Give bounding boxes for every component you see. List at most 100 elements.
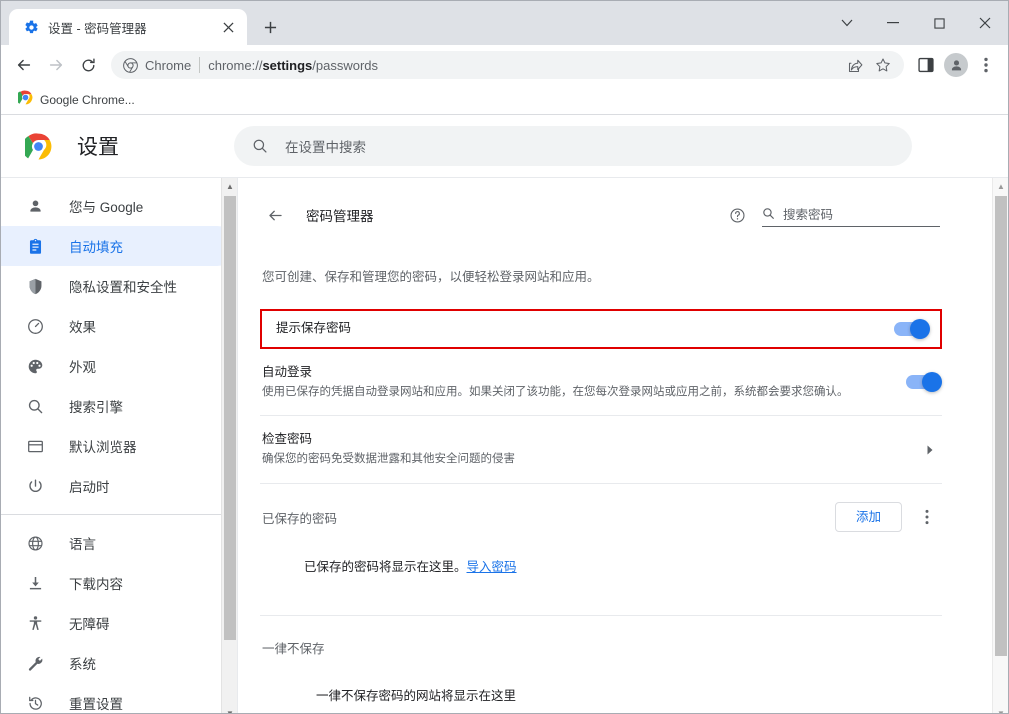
- sidebar-item-label: 您与 Google: [69, 200, 144, 215]
- never-saved-empty-note: 一律不保存密码的网站将显示在这里: [316, 689, 517, 704]
- share-icon[interactable]: [844, 54, 866, 76]
- chrome-chip-label: Chrome: [145, 57, 192, 73]
- new-tab-button[interactable]: [255, 12, 285, 42]
- sidebar-item-on-startup[interactable]: 启动时: [1, 466, 237, 506]
- sidebar-item-label: 无障碍: [69, 617, 110, 632]
- accessibility-icon: [25, 613, 45, 633]
- browser-window-icon: [25, 436, 45, 456]
- back-arrow-icon[interactable]: [262, 202, 288, 228]
- url-suffix: /passwords: [312, 57, 379, 73]
- forward-arrow-icon[interactable]: [41, 50, 71, 80]
- chevron-right-icon[interactable]: [920, 440, 940, 460]
- tab-search-icon[interactable]: [824, 7, 870, 39]
- toggle-knob: [922, 372, 942, 393]
- minimize-button[interactable]: [870, 7, 916, 39]
- import-passwords-link[interactable]: 导入密码: [467, 560, 517, 574]
- sidebar-item-label: 搜索引擎: [69, 400, 123, 415]
- page-title: 设置: [77, 136, 119, 159]
- scroll-down-icon[interactable]: ▼: [993, 705, 1008, 714]
- offer-to-save-passwords-label: 提示保存密码: [276, 321, 352, 336]
- chrome-logo-icon: [21, 129, 55, 163]
- empty-note-text: 已保存的密码将显示在这里。: [304, 560, 467, 575]
- offer-to-save-passwords-toggle[interactable]: [894, 318, 930, 339]
- never-saved-label: 一律不保存: [260, 615, 942, 657]
- sidebar-item-reset-settings[interactable]: 重置设置: [1, 683, 237, 713]
- add-password-button[interactable]: 添加: [834, 501, 902, 533]
- reload-icon[interactable]: [73, 50, 103, 80]
- password-search-input[interactable]: 搜索密码: [762, 204, 940, 227]
- globe-icon: [25, 533, 45, 553]
- close-icon[interactable]: [219, 18, 237, 36]
- sidebar-item-label: 语言: [69, 537, 96, 552]
- sidebar-item-label: 默认浏览器: [69, 440, 137, 455]
- bookmarks-bar: Google Chrome...: [1, 85, 1008, 115]
- shield-icon: [25, 276, 45, 296]
- content-scrollbar[interactable]: ▲ ▼: [992, 178, 1008, 714]
- auto-signin-label: 自动登录: [262, 364, 313, 379]
- sidebar-item-label: 效果: [69, 320, 96, 335]
- sidebar-item-you-and-google[interactable]: 您与 Google: [1, 186, 237, 226]
- saved-passwords-label: 已保存的密码: [262, 511, 338, 526]
- saved-passwords-empty-note: 已保存的密码将显示在这里。导入密码: [260, 546, 942, 575]
- password-manager-title: 密码管理器: [306, 209, 374, 224]
- sidebar-item-default-browser[interactable]: 默认浏览器: [1, 426, 237, 466]
- close-window-button[interactable]: [962, 7, 1008, 39]
- url-prefix: chrome://: [208, 57, 263, 73]
- bookmark-item[interactable]: Google Chrome...: [11, 87, 142, 113]
- password-manager-card: 密码管理器 搜索密码 您可创建、保存和管理您的密码，以便轻松登录网站和应用。 提…: [260, 178, 942, 704]
- row-texts: 自动登录 使用已保存的凭据自动登录网站和应用。如果关闭了该功能，在您每次登录网站…: [262, 363, 906, 402]
- scroll-up-icon[interactable]: ▲: [993, 178, 1008, 194]
- row-texts: 提示保存密码: [276, 319, 894, 338]
- sidebar-item-appearance[interactable]: 外观: [1, 346, 237, 386]
- sidebar-scrollbar[interactable]: ▲ ▼: [221, 178, 237, 714]
- help-circle-icon[interactable]: [726, 204, 748, 226]
- settings-header: 设置 在设置中搜索: [1, 115, 1008, 177]
- sidebar-item-accessibility[interactable]: 无障碍: [1, 603, 237, 643]
- chrome-chip: Chrome: [123, 58, 191, 73]
- back-arrow-icon[interactable]: [9, 50, 39, 80]
- sidebar-item-search-engine[interactable]: 搜索引擎: [1, 386, 237, 426]
- browser-window: 设置 - 密码管理器 Chrome chrome://settings/pass…: [0, 0, 1009, 714]
- sidebar-item-system[interactable]: 系统: [1, 643, 237, 683]
- check-passwords-row[interactable]: 检查密码 确保您的密码免受数据泄露和其他安全问题的侵害: [260, 415, 942, 483]
- url-bold: settings: [262, 57, 313, 73]
- scrollbar-thumb[interactable]: [224, 196, 236, 640]
- side-panel-icon[interactable]: [912, 51, 940, 79]
- check-passwords-description: 确保您的密码免受数据泄露和其他安全问题的侵害: [262, 453, 515, 466]
- sidebar-item-label: 自动填充: [69, 240, 123, 255]
- tab-strip: 设置 - 密码管理器: [1, 1, 1008, 45]
- star-icon[interactable]: [872, 54, 894, 76]
- browser-tab-active[interactable]: 设置 - 密码管理器: [9, 9, 247, 45]
- password-search-placeholder: 搜索密码: [783, 207, 834, 222]
- auto-signin-description: 使用已保存的凭据自动登录网站和应用。如果关闭了该功能，在您每次登录网站或应用之前…: [262, 385, 849, 398]
- person-icon: [25, 196, 45, 216]
- sidebar-item-privacy-security[interactable]: 隐私设置和安全性: [1, 266, 237, 306]
- maximize-button[interactable]: [916, 7, 962, 39]
- omnibox-actions: [844, 54, 894, 76]
- header-actions: 搜索密码: [726, 204, 940, 227]
- auto-signin-toggle[interactable]: [906, 372, 942, 393]
- three-dot-menu-icon[interactable]: [914, 504, 940, 530]
- offer-to-save-passwords-row[interactable]: 提示保存密码: [260, 308, 942, 349]
- sidebar-item-downloads[interactable]: 下载内容: [1, 563, 237, 603]
- scrollbar-thumb[interactable]: [995, 196, 1007, 656]
- scroll-down-icon[interactable]: ▼: [222, 705, 237, 714]
- address-bar[interactable]: Chrome chrome://settings/passwords: [111, 51, 904, 79]
- search-placeholder: 在设置中搜索: [285, 140, 366, 155]
- sidebar-item-performance[interactable]: 效果: [1, 306, 237, 346]
- gear-icon: [23, 19, 39, 35]
- search-input[interactable]: 在设置中搜索: [234, 126, 912, 166]
- url-text: chrome://settings/passwords: [208, 58, 836, 73]
- chrome-logo-icon: [16, 90, 33, 110]
- three-dot-menu-icon[interactable]: [972, 51, 1000, 79]
- avatar[interactable]: [942, 51, 970, 79]
- sidebar-item-languages[interactable]: 语言: [1, 523, 237, 563]
- password-manager-panel: 密码管理器 搜索密码 您可创建、保存和管理您的密码，以便轻松登录网站和应用。 提…: [237, 178, 1008, 714]
- scroll-up-icon[interactable]: ▲: [222, 178, 237, 194]
- browser-toolbar: Chrome chrome://settings/passwords: [1, 45, 1008, 85]
- auto-signin-row[interactable]: 自动登录 使用已保存的凭据自动登录网站和应用。如果关闭了该功能，在您每次登录网站…: [260, 349, 942, 416]
- sidebar-item-autofill[interactable]: 自动填充: [1, 226, 237, 266]
- password-manager-description: 您可创建、保存和管理您的密码，以便轻松登录网站和应用。: [262, 270, 600, 284]
- sidebar-item-label: 启动时: [69, 480, 110, 495]
- toolbar-right: [912, 51, 1000, 79]
